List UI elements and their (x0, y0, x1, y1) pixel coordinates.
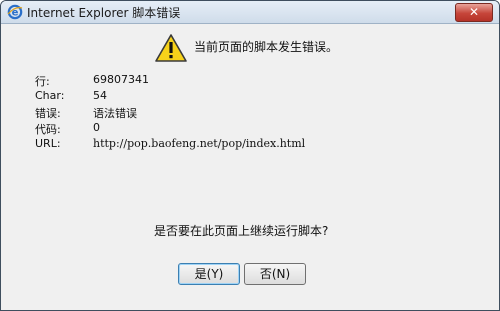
window-title: Internet Explorer 脚本错误 (27, 6, 181, 20)
no-button[interactable]: 否(N) (244, 263, 306, 285)
continue-question: 是否要在此页面上继续运行脚本? (154, 224, 329, 238)
detail-url-value: http://pop.baofeng.net/pop/index.html (93, 137, 306, 150)
close-button[interactable]: ✕ (455, 3, 493, 22)
detail-label: Char: (35, 89, 65, 102)
detail-value: 69807341 (93, 73, 149, 86)
title-bar: e Internet Explorer 脚本错误 ✕ (1, 1, 499, 24)
internet-explorer-icon: e (7, 4, 23, 20)
detail-value: 54 (93, 89, 107, 102)
detail-label: URL: (35, 137, 61, 150)
error-heading: 当前页面的脚本发生错误。 (194, 40, 339, 54)
detail-label: 行: (35, 75, 50, 88)
warning-triangle-icon (154, 33, 188, 63)
script-error-dialog: e Internet Explorer 脚本错误 ✕ 当前页面的脚本发生错误。 … (0, 0, 500, 311)
dialog-body: 当前页面的脚本发生错误。 行: 69807341 Char: 54 错误: 语法… (1, 24, 499, 310)
detail-label: 代码: (35, 123, 61, 136)
detail-label: 错误: (35, 107, 61, 120)
detail-value: 0 (93, 121, 100, 134)
detail-value: 语法错误 (93, 107, 137, 120)
yes-button[interactable]: 是(Y) (178, 263, 240, 285)
